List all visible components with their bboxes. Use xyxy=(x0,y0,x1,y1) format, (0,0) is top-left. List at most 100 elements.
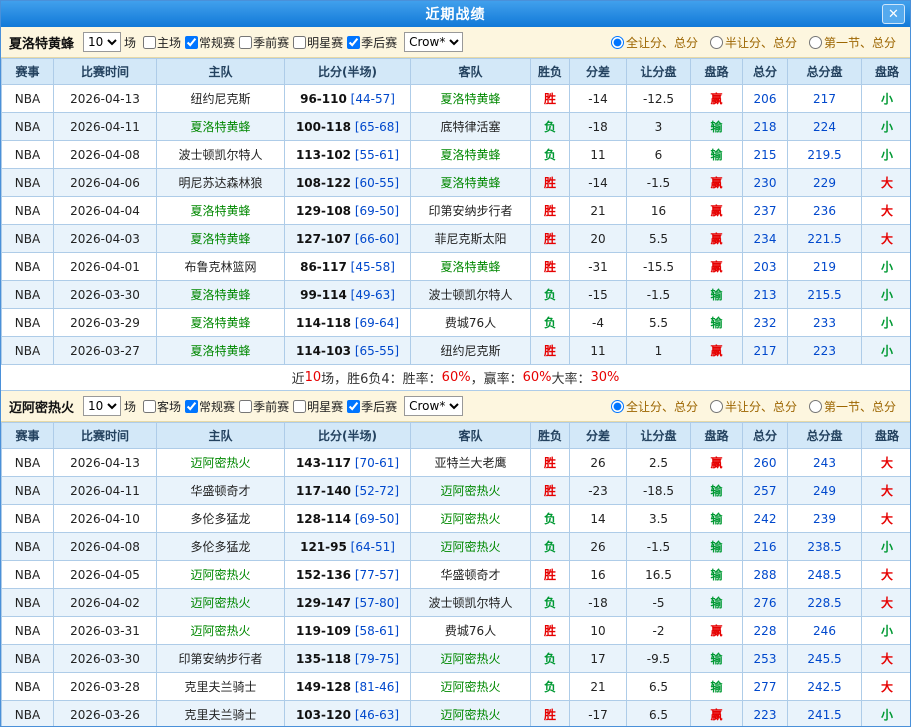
radio-label: 半让分、总分 xyxy=(725,34,797,51)
total-points-cell: 217 xyxy=(743,337,788,365)
total-points-cell: 213 xyxy=(743,281,788,309)
handicap-result-cell: 赢 xyxy=(691,169,743,197)
filter-checkbox[interactable]: 季前赛 xyxy=(235,398,289,415)
table-row: NBA2026-04-13迈阿密热火143-117 [70-61]亚特兰大老鹰胜… xyxy=(2,449,911,477)
total-line-cell: 228.5 xyxy=(788,589,862,617)
bookmaker-select[interactable]: Crow* xyxy=(404,32,463,52)
handicap-line-cell: 6 xyxy=(627,141,691,169)
league-cell: NBA xyxy=(2,645,54,673)
recent-results-window: 近期战绩 ✕ 夏洛特黄蜂 10 场 主场常规赛季前赛明星赛季后赛 Crow* 全… xyxy=(0,0,911,727)
half-score: [64-51] xyxy=(347,540,395,554)
over-under-cell: 大 xyxy=(862,645,911,673)
result-cell: 胜 xyxy=(531,701,570,727)
score-cell: 128-114 [69-50] xyxy=(285,505,411,533)
close-icon[interactable]: ✕ xyxy=(882,4,905,24)
half-score: [69-50] xyxy=(351,512,399,526)
table-row: NBA2026-04-08波士顿凯尔特人113-102 [55-61]夏洛特黄蜂… xyxy=(2,141,911,169)
team-filter-bar-heat: 迈阿密热火 10 场 客场常规赛季前赛明星赛季后赛 Crow* 全让分、总分半让… xyxy=(1,391,910,422)
home-team-cell: 夏洛特黄蜂 xyxy=(157,225,285,253)
half-score: [79-75] xyxy=(351,652,399,666)
handicap-line-cell: 2.5 xyxy=(627,449,691,477)
filter-checkbox[interactable]: 明星赛 xyxy=(289,398,343,415)
stat-mode-radio[interactable]: 第一节、总分 xyxy=(809,34,896,51)
handicap-line-cell: -9.5 xyxy=(627,645,691,673)
date-cell: 2026-04-11 xyxy=(54,477,157,505)
radio-input[interactable] xyxy=(710,400,723,413)
filter-checkbox[interactable]: 季前赛 xyxy=(235,34,289,51)
over-under-cell: 小 xyxy=(862,281,911,309)
final-score: 86-117 xyxy=(300,260,347,274)
checkbox-input[interactable] xyxy=(185,36,198,49)
column-header: 总分盘 xyxy=(788,59,862,85)
over-under-cell: 大 xyxy=(862,477,911,505)
games-count-select[interactable]: 10 xyxy=(83,396,121,416)
filter-checkbox[interactable]: 季后赛 xyxy=(343,398,397,415)
result-cell: 胜 xyxy=(531,169,570,197)
filter-checkbox[interactable]: 季后赛 xyxy=(343,34,397,51)
table-row: NBA2026-03-29夏洛特黄蜂114-118 [69-64]费城76人负-… xyxy=(2,309,911,337)
result-cell: 负 xyxy=(531,589,570,617)
away-team-cell: 纽约尼克斯 xyxy=(411,337,531,365)
checkbox-input[interactable] xyxy=(143,36,156,49)
score-cell: 117-140 [52-72] xyxy=(285,477,411,505)
total-points-cell: 232 xyxy=(743,309,788,337)
checkbox-input[interactable] xyxy=(239,400,252,413)
final-score: 114-118 xyxy=(296,316,351,330)
date-cell: 2026-04-08 xyxy=(54,533,157,561)
checkbox-label: 主场 xyxy=(157,34,181,51)
table-row: NBA2026-03-31迈阿密热火119-109 [58-61]费城76人胜1… xyxy=(2,617,911,645)
table-row: NBA2026-04-01布鲁克林篮网86-117 [45-58]夏洛特黄蜂胜-… xyxy=(2,253,911,281)
stat-mode-radio[interactable]: 全让分、总分 xyxy=(611,398,698,415)
total-points-cell: 218 xyxy=(743,113,788,141)
checkbox-input[interactable] xyxy=(239,36,252,49)
date-cell: 2026-03-30 xyxy=(54,645,157,673)
filter-checkbox[interactable]: 主场 xyxy=(139,34,181,51)
league-cell: NBA xyxy=(2,477,54,505)
radio-input[interactable] xyxy=(809,36,822,49)
checkbox-label: 季后赛 xyxy=(361,34,397,51)
over-under-cell: 小 xyxy=(862,701,911,727)
final-score: 135-118 xyxy=(296,652,351,666)
radio-input[interactable] xyxy=(611,36,624,49)
column-header: 比赛时间 xyxy=(54,423,157,449)
stat-mode-radio-group: 全让分、总分 半让分、总分 第一节、总分 xyxy=(611,34,902,51)
stat-mode-radio[interactable]: 半让分、总分 xyxy=(710,34,797,51)
checkbox-input[interactable] xyxy=(293,36,306,49)
point-diff-cell: 20 xyxy=(570,225,627,253)
filter-checkbox[interactable]: 常规赛 xyxy=(181,398,235,415)
final-score: 129-147 xyxy=(296,596,351,610)
handicap-line-cell: 16 xyxy=(627,197,691,225)
final-score: 119-109 xyxy=(296,624,351,638)
bookmaker-select[interactable]: Crow* xyxy=(404,396,463,416)
radio-input[interactable] xyxy=(710,36,723,49)
filter-checkbox[interactable]: 常规赛 xyxy=(181,34,235,51)
over-under-cell: 小 xyxy=(862,533,911,561)
table-row: NBA2026-03-28克里夫兰骑士149-128 [81-46]迈阿密热火负… xyxy=(2,673,911,701)
stat-mode-radio[interactable]: 半让分、总分 xyxy=(710,398,797,415)
over-under-cell: 大 xyxy=(862,589,911,617)
filter-checkbox[interactable]: 客场 xyxy=(139,398,181,415)
radio-input[interactable] xyxy=(611,400,624,413)
checkbox-input[interactable] xyxy=(143,400,156,413)
away-team-cell: 迈阿密热火 xyxy=(411,701,531,727)
checkbox-input[interactable] xyxy=(347,400,360,413)
result-cell: 负 xyxy=(531,505,570,533)
games-suffix: 场 xyxy=(124,34,136,51)
filter-checkbox[interactable]: 明星赛 xyxy=(289,34,343,51)
column-header: 比分(半场) xyxy=(285,423,411,449)
checkbox-input[interactable] xyxy=(347,36,360,49)
total-points-cell: 253 xyxy=(743,645,788,673)
table-row: NBA2026-04-11夏洛特黄蜂100-118 [65-68]底特律活塞负-… xyxy=(2,113,911,141)
table-row: NBA2026-03-30印第安纳步行者135-118 [79-75]迈阿密热火… xyxy=(2,645,911,673)
stat-mode-radio[interactable]: 全让分、总分 xyxy=(611,34,698,51)
total-points-cell: 277 xyxy=(743,673,788,701)
radio-input[interactable] xyxy=(809,400,822,413)
column-header: 总分 xyxy=(743,423,788,449)
summary-text: ，赢率： xyxy=(471,368,523,387)
games-count-select[interactable]: 10 xyxy=(83,32,121,52)
stat-mode-radio[interactable]: 第一节、总分 xyxy=(809,398,896,415)
date-cell: 2026-04-03 xyxy=(54,225,157,253)
radio-label: 第一节、总分 xyxy=(824,34,896,51)
checkbox-input[interactable] xyxy=(293,400,306,413)
checkbox-input[interactable] xyxy=(185,400,198,413)
